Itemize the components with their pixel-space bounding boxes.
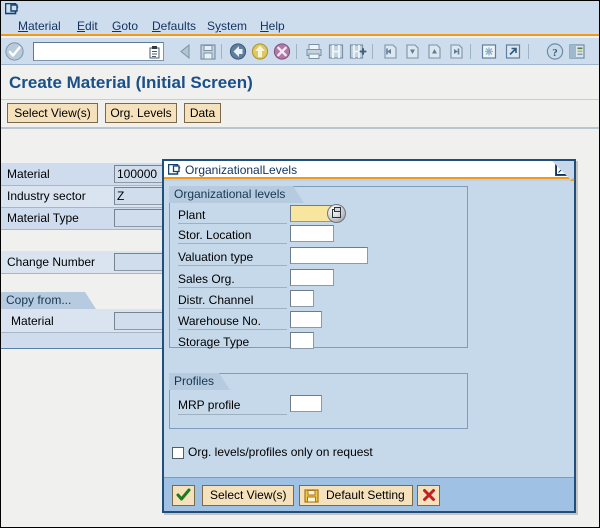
label-change-number: Change Number xyxy=(7,255,96,269)
layout-menu-icon[interactable] xyxy=(567,42,587,61)
toolbar-separator xyxy=(296,44,297,59)
label-material-type: Material Type xyxy=(7,211,79,225)
enter-check-icon[interactable] xyxy=(5,42,24,61)
label-underline xyxy=(178,265,287,266)
label-underline xyxy=(178,414,287,415)
label-distr-channel: Distr. Channel xyxy=(178,293,254,307)
sap-window-icon xyxy=(168,164,181,176)
next-page-icon[interactable] xyxy=(424,42,444,61)
label-warehouse-no: Warehouse No. xyxy=(178,314,261,328)
continue-button[interactable] xyxy=(172,485,195,506)
label-underline xyxy=(178,223,287,224)
menu-item-system[interactable]: System xyxy=(206,19,248,34)
input-valuation-type[interactable] xyxy=(290,247,368,264)
default-setting-button[interactable]: Default Setting xyxy=(299,485,413,506)
default-setting-label: Default Setting xyxy=(326,488,405,502)
application-toolbar: Select View(s) Org. Levels Data xyxy=(1,100,599,126)
previous-page-icon[interactable] xyxy=(402,42,422,61)
checkbox-label: Org. levels/profiles only on request xyxy=(188,445,373,459)
checkbox-box[interactable] xyxy=(172,447,184,459)
group-header-profiles: Profiles xyxy=(169,373,230,390)
create-shortcut-icon[interactable] xyxy=(503,42,523,61)
toolbar-separator xyxy=(221,44,222,59)
label-underline xyxy=(178,329,287,330)
command-history-icon[interactable] xyxy=(148,45,161,59)
menu-item-edit[interactable]: Edit xyxy=(76,19,99,34)
fieldset-organizational-levels: Organizational levels Plant Stor. Locati… xyxy=(169,186,468,349)
label-underline xyxy=(178,308,287,309)
menu-item-material[interactable]: Material xyxy=(17,19,62,34)
print-icon[interactable] xyxy=(304,42,324,61)
window-titlebar xyxy=(1,1,599,17)
fieldset-profiles: Profiles MRP profile xyxy=(169,373,468,429)
dialog-title: OrganizationalLevels xyxy=(185,163,298,177)
main-toolbar: ? xyxy=(1,38,599,65)
dialog-body: Organizational levels Plant Stor. Locati… xyxy=(164,181,574,511)
new-session-icon[interactable] xyxy=(479,42,499,61)
cancel-button[interactable] xyxy=(417,485,440,506)
toolbar-separator xyxy=(528,44,529,59)
input-storage-type[interactable] xyxy=(290,332,314,349)
tab-data[interactable]: Data xyxy=(184,103,221,123)
menu-item-help[interactable]: Help xyxy=(259,19,286,34)
green-check-icon xyxy=(176,488,191,501)
find-next-icon[interactable] xyxy=(348,42,368,61)
help-icon[interactable]: ? xyxy=(545,42,565,61)
input-warehouse-no[interactable] xyxy=(290,311,322,328)
plant-search-help-icon[interactable] xyxy=(327,204,346,223)
label-underline xyxy=(178,287,287,288)
checkbox-org-levels-only-on-request[interactable]: Org. levels/profiles only on request xyxy=(172,445,432,461)
find-icon[interactable] xyxy=(326,42,346,61)
label-sales-org: Sales Org. xyxy=(178,272,235,286)
label-storage-type: Storage Type xyxy=(178,335,250,349)
toolbar-separator xyxy=(470,44,471,59)
red-x-icon xyxy=(422,489,435,501)
tab-org-levels[interactable]: Org. Levels xyxy=(105,103,177,123)
command-field[interactable] xyxy=(33,42,164,61)
sap-window-icon xyxy=(5,3,19,15)
exit-globe-icon[interactable] xyxy=(250,42,270,61)
save-icon[interactable] xyxy=(198,42,218,61)
page-title: Create Material (Initial Screen) xyxy=(9,73,253,92)
toolbar-separator xyxy=(372,44,373,59)
group-header-org-levels: Organizational levels xyxy=(169,186,304,203)
label-stor-location: Stor. Location xyxy=(178,228,252,242)
label-material: Material xyxy=(7,167,50,181)
label-mrp-profile: MRP profile xyxy=(178,398,241,412)
last-page-icon[interactable] xyxy=(446,42,466,61)
label-plant: Plant xyxy=(178,208,206,222)
dialog-titlebar: OrganizationalLevels xyxy=(164,161,574,179)
first-page-icon[interactable] xyxy=(380,42,400,61)
select-views-button[interactable]: Select View(s) xyxy=(202,485,295,506)
menu-bar: Material Edit Goto Defaults System Help xyxy=(1,17,599,36)
input-distr-channel[interactable] xyxy=(290,290,314,307)
menu-item-goto[interactable]: Goto xyxy=(111,19,139,34)
dialog-footer: Select View(s) Default Setting xyxy=(164,477,574,511)
label-industry-sector: Industry sector xyxy=(7,189,86,203)
back-arrow-icon[interactable] xyxy=(176,42,196,61)
group-header-copy-from: Copy from... xyxy=(1,292,96,309)
tab-select-views[interactable]: Select View(s) xyxy=(7,103,98,123)
cancel-globe-icon[interactable] xyxy=(272,42,292,61)
label-underline xyxy=(178,243,287,244)
sap-gui-window: Material Edit Goto Defaults System Help xyxy=(0,0,600,528)
save-icon xyxy=(304,489,319,503)
organizational-levels-dialog: OrganizationalLevels Organizational leve… xyxy=(162,159,576,513)
input-stor-location[interactable] xyxy=(290,225,334,242)
f4-glyph-front xyxy=(334,207,341,212)
input-mrp-profile[interactable] xyxy=(290,395,322,412)
label-copy-material: Material xyxy=(11,314,54,328)
label-valuation-type: Valuation type xyxy=(178,250,254,264)
menu-item-defaults[interactable]: Defaults xyxy=(151,19,197,34)
svg-text:?: ? xyxy=(552,47,558,59)
input-sales-org[interactable] xyxy=(290,269,334,286)
back-globe-icon[interactable] xyxy=(228,42,248,61)
